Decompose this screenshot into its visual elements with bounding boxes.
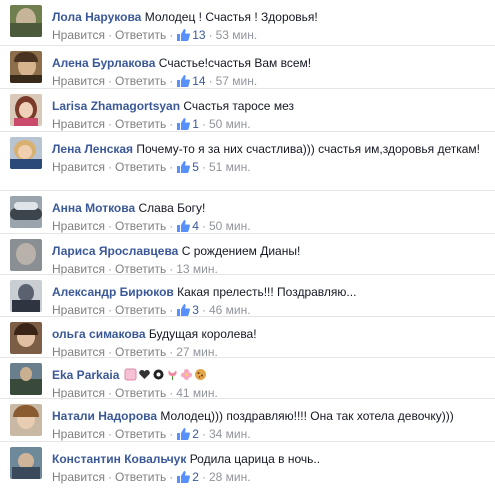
like-button[interactable]: Нравится	[52, 219, 105, 233]
reply-button[interactable]: Ответить	[115, 117, 166, 131]
comment-text: Счастье!счастья Вам всем!	[158, 56, 312, 70]
comment-time[interactable]: 50 мин.	[209, 117, 251, 131]
comment-item: Александр Бирюков Какая прелесть!!! Позд…	[0, 274, 495, 317]
avatar[interactable]	[10, 280, 42, 312]
comments-feed: Лола Нарукова Молодец ! Счастья ! Здоров…	[0, 0, 495, 491]
comment-item: Анна Моткова Слава Богу! Нравится · Ответи…	[0, 190, 495, 234]
reply-button[interactable]: Ответить	[115, 427, 166, 441]
comment-author[interactable]: Larisa Zhamagortsyan	[52, 99, 180, 113]
avatar[interactable]	[10, 404, 42, 436]
thumbs-up-icon	[177, 304, 191, 316]
like-count[interactable]: 3	[176, 303, 199, 317]
like-count[interactable]: 2	[176, 427, 199, 441]
comment-time[interactable]: 46 мин.	[209, 303, 251, 317]
comment-author[interactable]: Лена Ленская	[52, 142, 133, 156]
like-count[interactable]: 5	[176, 160, 199, 174]
comment-author[interactable]: Лола Нарукова	[52, 10, 141, 24]
comment-author[interactable]: Алена Бурлакова	[52, 56, 155, 70]
comment-item: Eka Parkaia Нравится · Ответить · 41 мин.	[0, 357, 495, 400]
like-button[interactable]: Нравится	[52, 74, 105, 88]
comment-author[interactable]: Натали Надорова	[52, 409, 157, 423]
thumbs-up-icon	[177, 471, 191, 483]
comment-text: Слава Богу!	[138, 201, 206, 215]
comment-time[interactable]: 28 мин.	[209, 470, 251, 484]
avatar[interactable]	[10, 363, 42, 395]
reply-button[interactable]: Ответить	[115, 303, 166, 317]
like-button[interactable]: Нравится	[52, 160, 105, 174]
like-button[interactable]: Нравится	[52, 427, 105, 441]
comment-author[interactable]: ольга симакова	[52, 327, 146, 341]
comment-text: Родила царица в ночь..	[189, 452, 321, 466]
like-count[interactable]: 1	[176, 117, 199, 131]
like-count[interactable]: 14	[176, 74, 206, 88]
avatar[interactable]	[10, 94, 42, 126]
comment-item: Натали Надорова Молодец))) поздравляю!!!…	[0, 398, 495, 442]
comment-item: Алена Бурлакова Счастье!счастья Вам всем…	[0, 45, 495, 89]
blossom-emoji-icon	[180, 368, 193, 381]
comment-time[interactable]: 57 мин.	[216, 74, 258, 88]
comment-author[interactable]: Лариса Ярославцева	[52, 244, 178, 258]
comment-item: Лола Нарукова Молодец ! Счастья ! Здоров…	[0, 0, 495, 45]
avatar[interactable]	[10, 5, 42, 37]
reply-button[interactable]: Ответить	[115, 74, 166, 88]
like-button[interactable]: Нравится	[52, 117, 105, 131]
avatar[interactable]	[10, 447, 42, 479]
tulip-emoji-icon	[166, 368, 179, 381]
like-button[interactable]: Нравится	[52, 303, 105, 317]
like-button[interactable]: Нравится	[52, 28, 105, 42]
comment-time[interactable]: 50 мин.	[209, 219, 251, 233]
comment-author[interactable]: Анна Моткова	[52, 201, 135, 215]
comment-author[interactable]: Eka Parkaia	[52, 368, 119, 382]
comment-text: С рождением Дианы!	[181, 244, 301, 258]
comment-text: Будущая королева!	[148, 327, 257, 341]
like-count[interactable]: 13	[176, 28, 206, 42]
thumbs-up-icon	[177, 220, 191, 232]
thumbs-up-icon	[177, 118, 191, 130]
like-count[interactable]: 2	[176, 470, 199, 484]
reply-button[interactable]: Ответить	[115, 28, 166, 42]
thumbs-up-icon	[177, 29, 191, 41]
like-button[interactable]: Нравится	[52, 470, 105, 484]
reply-button[interactable]: Ответить	[115, 470, 166, 484]
comment-item: ольга симакова Будущая королева! Нравитс…	[0, 316, 495, 359]
avatar[interactable]	[10, 239, 42, 271]
comment-item: Лена Ленская Почему-то я за них счастлив…	[0, 131, 495, 191]
thumbs-up-icon	[177, 161, 191, 173]
comment-time[interactable]: 34 мин.	[209, 427, 251, 441]
cookie-emoji-icon	[194, 368, 207, 381]
comment-text: Молодец))) поздравляю!!!! Она так хотела…	[160, 409, 454, 423]
reply-button[interactable]: Ответить	[115, 160, 166, 174]
comment-item: Лариса Ярославцева С рождением Дианы! Нр…	[0, 233, 495, 276]
avatar[interactable]	[10, 137, 42, 169]
flower-emoji-icon	[152, 368, 165, 381]
comment-item: Константин Ковальчук Родила царица в ноч…	[0, 441, 495, 492]
comment-text: Молодец ! Счастья ! Здоровья!	[144, 10, 318, 24]
comment-text: Счастья таросе мез	[183, 99, 294, 113]
comment-time[interactable]: 51 мин.	[209, 160, 251, 174]
comment-author[interactable]: Константин Ковальчук	[52, 452, 186, 466]
emoji-icon	[124, 368, 137, 381]
like-count[interactable]: 4	[176, 219, 199, 233]
avatar[interactable]	[10, 322, 42, 354]
comment-text: Какая прелесть!!! Поздравляю...	[177, 285, 357, 299]
comment-time[interactable]: 53 мин.	[216, 28, 258, 42]
comment-item: Larisa Zhamagortsyan Счастья таросе мез …	[0, 88, 495, 132]
avatar[interactable]	[10, 196, 42, 228]
avatar[interactable]	[10, 51, 42, 83]
thumbs-up-icon	[177, 75, 191, 87]
comment-text: Почему-то я за них счастлива))) счастья …	[136, 142, 480, 156]
comment-author[interactable]: Александр Бирюков	[52, 285, 174, 299]
reply-button[interactable]: Ответить	[115, 219, 166, 233]
thumbs-up-icon	[177, 428, 191, 440]
heart-emoji-icon	[138, 368, 151, 381]
